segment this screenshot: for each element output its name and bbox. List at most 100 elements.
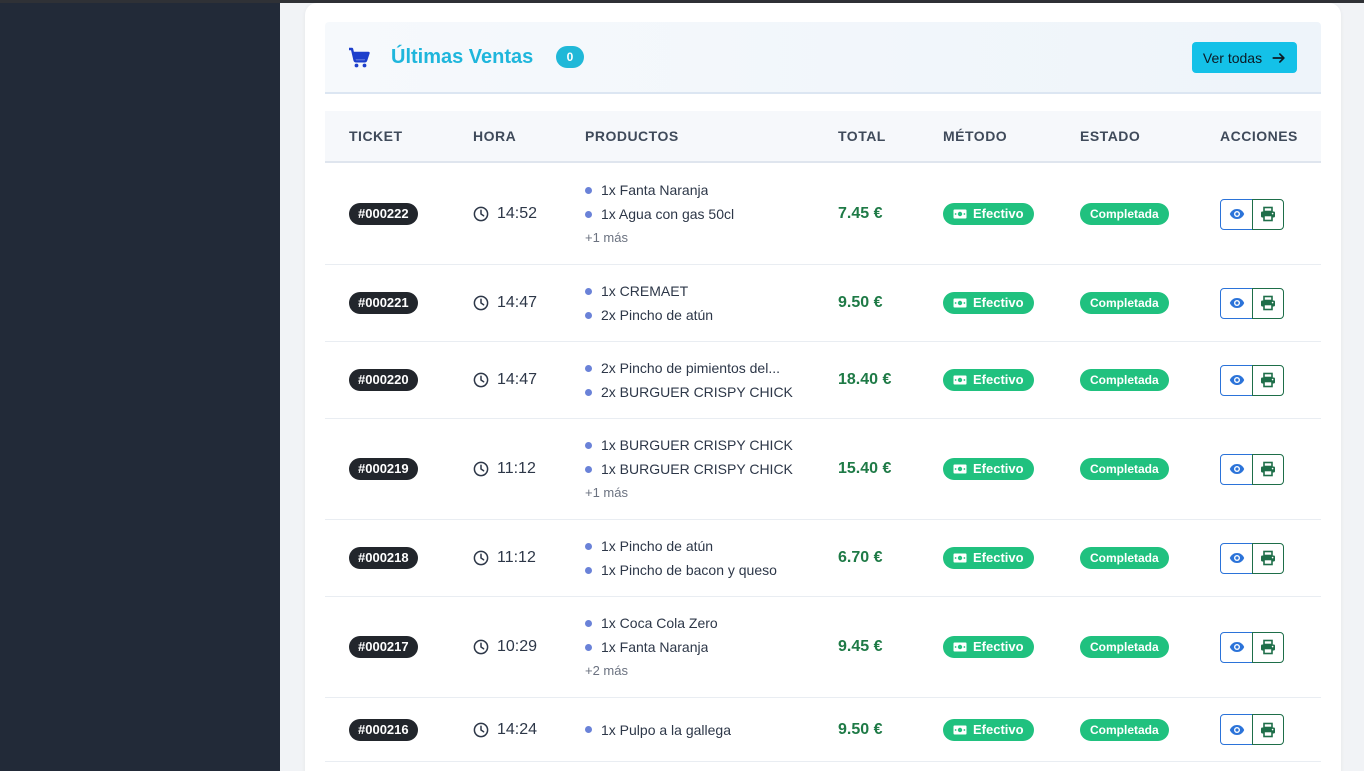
print-ticket-button[interactable] <box>1252 631 1284 663</box>
time-wrap: 14:52 <box>473 205 537 223</box>
total-cell: 18.40 € <box>838 342 891 418</box>
bullet-dot <box>585 726 592 733</box>
column-acciones[interactable]: ACCIONES <box>1220 111 1298 161</box>
print-ticket-button[interactable] <box>1252 714 1284 745</box>
clock-icon <box>473 372 489 388</box>
bullet-dot <box>585 465 592 473</box>
print-ticket-button[interactable] <box>1252 542 1284 574</box>
method-cell: Efectivo <box>943 520 1034 596</box>
sale-total: 9.50 € <box>838 294 883 311</box>
time-cell: 10:29 <box>473 597 537 697</box>
products-cell: 1x Fanta Naranja 1x Agua con gas 50cl +1 m… <box>585 164 734 264</box>
product-label: 1x Pincho de atún <box>601 538 714 554</box>
table-row: #000220 14:47 2x Pincho de pimientos del… <box>325 342 1321 419</box>
ticket-cell: #000216 <box>349 698 418 761</box>
printer-icon <box>1261 722 1275 737</box>
status-badge: Completada <box>1080 292 1169 314</box>
product-item: 1x Fanta Naranja <box>585 178 708 202</box>
ticket-badge: #000216 <box>349 718 418 741</box>
column-hora[interactable]: HORA <box>473 111 516 161</box>
column-estado[interactable]: ESTADO <box>1080 111 1140 161</box>
cash-icon <box>953 725 967 734</box>
payment-method-label: Efectivo <box>973 639 1024 654</box>
more-products-label: +1 más <box>585 485 628 500</box>
view-sale-button[interactable] <box>1220 453 1253 485</box>
column-total[interactable]: TOTAL <box>838 111 886 161</box>
status-badge: Completada <box>1080 547 1169 569</box>
status-badge: Completada <box>1080 369 1169 391</box>
view-sale-button[interactable] <box>1220 631 1253 663</box>
ticket-cell: #000219 <box>349 419 418 519</box>
sidebar <box>0 3 280 771</box>
method-cell: Efectivo <box>943 342 1034 418</box>
ticket-badge: #000219 <box>349 458 418 480</box>
product-item: 2x Pincho de pimientos del... <box>585 356 780 380</box>
print-ticket-button[interactable] <box>1252 364 1284 396</box>
cash-icon <box>953 464 967 474</box>
bullet-dot <box>585 287 592 295</box>
view-sale-button[interactable] <box>1220 714 1253 745</box>
method-cell: Efectivo <box>943 265 1034 341</box>
product-item: 1x Coca Cola Zero <box>585 611 718 635</box>
cart-icon <box>349 47 370 68</box>
card-title: Últimas Ventas <box>391 46 534 68</box>
sale-total: 6.70 € <box>838 549 883 566</box>
row-actions <box>1220 453 1284 485</box>
product-item: 2x BURGUER CRISPY CHICK <box>585 380 793 404</box>
actions-cell <box>1220 597 1284 697</box>
printer-icon <box>1261 206 1275 222</box>
time-cell: 14:24 <box>473 698 537 761</box>
products-cell: 2x Pincho de pimientos del... 2x BURGUER … <box>585 342 793 418</box>
print-ticket-button[interactable] <box>1252 453 1284 485</box>
product-label: 1x BURGUER CRISPY CHICK <box>601 437 793 453</box>
payment-method-label: Efectivo <box>973 721 1024 737</box>
ticket-cell: #000220 <box>349 342 418 418</box>
products-cell: 1x Pulpo a la gallega <box>585 698 731 761</box>
bullet-dot <box>585 566 592 574</box>
sale-time: 14:47 <box>497 371 538 388</box>
view-sale-button[interactable] <box>1220 542 1253 574</box>
row-actions <box>1220 364 1284 396</box>
sale-time: 14:24 <box>497 720 538 738</box>
total-cell: 9.45 € <box>838 597 882 697</box>
view-sale-button[interactable] <box>1220 198 1253 230</box>
product-label: 1x Pincho de bacon y queso <box>601 562 777 578</box>
column-metodo[interactable]: MÉTODO <box>943 111 1007 161</box>
eye-icon <box>1229 298 1244 308</box>
column-productos[interactable]: PRODUCTOS <box>585 111 679 161</box>
payment-method-label: Efectivo <box>973 206 1024 221</box>
total-cell: 9.50 € <box>838 698 882 761</box>
actions-cell <box>1220 698 1284 761</box>
main-content: Últimas Ventas 0 Ver todas TICKET HORA P… <box>280 3 1364 771</box>
column-ticket[interactable]: TICKET <box>349 111 403 161</box>
product-label: 1x Pulpo a la gallega <box>601 721 731 738</box>
clock-icon <box>473 206 489 222</box>
table-header: TICKET HORA PRODUCTOS TOTAL MÉTODO ESTAD… <box>325 111 1321 163</box>
product-item: 1x Pincho de bacon y queso <box>585 558 777 582</box>
printer-icon <box>1261 461 1275 477</box>
print-ticket-button[interactable] <box>1252 287 1284 319</box>
total-cell: 9.50 € <box>838 265 882 341</box>
payment-method-badge: Efectivo <box>943 718 1034 741</box>
status-cell: Completada <box>1080 342 1169 418</box>
product-item: 1x BURGUER CRISPY CHICK <box>585 457 793 481</box>
sale-total: 15.40 € <box>838 460 892 477</box>
payment-method-badge: Efectivo <box>943 369 1034 391</box>
products-cell: 1x CREMAET 2x Pincho de atún <box>585 265 713 341</box>
product-label: 1x Agua con gas 50cl <box>601 206 735 222</box>
view-all-button[interactable]: Ver todas <box>1192 42 1297 73</box>
print-ticket-button[interactable] <box>1252 198 1284 230</box>
bullet-dot <box>585 186 592 194</box>
total-cell: 7.45 € <box>838 164 882 264</box>
table-row: #000222 14:52 1x Fanta Naranja 1x Agua co… <box>325 164 1321 265</box>
cash-icon <box>953 298 967 308</box>
product-label: 1x BURGUER CRISPY CHICK <box>601 461 793 477</box>
view-sale-button[interactable] <box>1220 364 1253 396</box>
sale-time: 10:29 <box>497 638 538 655</box>
view-sale-button[interactable] <box>1220 287 1253 319</box>
sale-time: 14:47 <box>497 294 538 311</box>
status-cell: Completada <box>1080 164 1169 264</box>
status-cell: Completada <box>1080 265 1169 341</box>
sale-total: 18.40 € <box>838 371 892 388</box>
row-actions <box>1220 287 1284 319</box>
